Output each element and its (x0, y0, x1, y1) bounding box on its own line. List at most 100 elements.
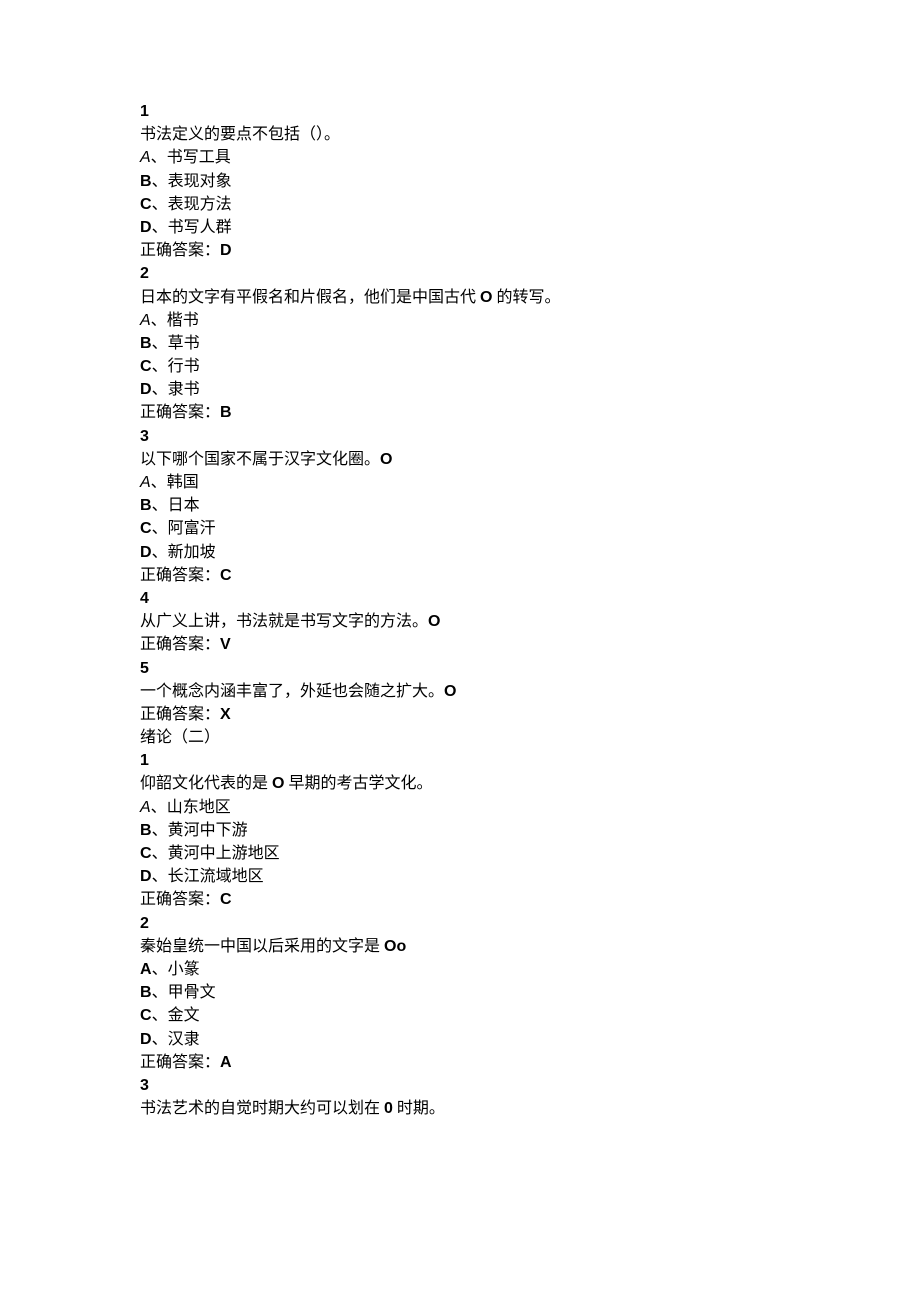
question-option: A、山东地区 (140, 796, 920, 819)
question-option: C、黄河中上游地区 (140, 842, 920, 865)
question-option: B、黄河中下游 (140, 819, 920, 842)
option-letter: C (140, 845, 152, 862)
option-letter: A (140, 312, 151, 329)
question-number: 3 (140, 425, 920, 448)
question-option: A、韩国 (140, 471, 920, 494)
option-sep: 、 (152, 984, 168, 1001)
question-option: A、书写工具 (140, 146, 920, 169)
answer-value: D (220, 242, 232, 259)
option-text: 行书 (168, 358, 200, 375)
stem-blank: O (480, 289, 492, 306)
answer-line: 正确答案：A (140, 1051, 920, 1074)
answer-line: 正确答案：C (140, 564, 920, 587)
option-text: 书写工具 (167, 149, 231, 166)
option-sep: 、 (152, 868, 168, 885)
option-letter: D (140, 544, 152, 561)
question-option: D、汉隶 (140, 1028, 920, 1051)
stem-pre: 从广义上讲，书法就是书写文字的方法。 (140, 613, 428, 630)
stem-post: 早期的考古学文化。 (284, 775, 432, 792)
question-number: 4 (140, 587, 920, 610)
option-text: 新加坡 (168, 544, 216, 561)
option-sep: 、 (152, 1031, 168, 1048)
question-stem: 日本的文字有平假名和片假名，他们是中国古代 O 的转写。 (140, 286, 920, 309)
question-option: B、表现对象 (140, 170, 920, 193)
option-letter: B (140, 822, 152, 839)
option-text: 草书 (168, 335, 200, 352)
section-header: 绪论（二） (140, 726, 920, 749)
option-text: 书写人群 (168, 219, 232, 236)
question-number: 1 (140, 100, 920, 123)
stem-blank: Oo (384, 938, 406, 955)
option-sep: 、 (151, 799, 167, 816)
answer-line: 正确答案：D (140, 239, 920, 262)
answer-label: 正确答案： (140, 567, 220, 584)
answer-value: B (220, 404, 232, 421)
stem-post: 的转写。 (492, 289, 560, 306)
answer-label: 正确答案： (140, 1054, 220, 1071)
answer-label: 正确答案： (140, 636, 220, 653)
option-text: 黄河中上游地区 (168, 845, 280, 862)
option-sep: 、 (152, 961, 168, 978)
option-text: 日本 (168, 497, 200, 514)
option-sep: 、 (151, 312, 167, 329)
option-text: 黄河中下游 (168, 822, 248, 839)
option-text: 甲骨文 (168, 984, 216, 1001)
question-option: D、新加坡 (140, 541, 920, 564)
option-sep: 、 (152, 1007, 168, 1024)
question-number: 2 (140, 262, 920, 285)
question-stem: 秦始皇统一中国以后采用的文字是 Oo (140, 935, 920, 958)
stem-blank: O (272, 775, 284, 792)
question-stem: 以下哪个国家不属于汉字文化圈。O (140, 448, 920, 471)
answer-line: 正确答案：V (140, 633, 920, 656)
question-number: 3 (140, 1074, 920, 1097)
option-text: 小篆 (168, 961, 200, 978)
answer-line: 正确答案：C (140, 888, 920, 911)
stem-blank: O (380, 451, 392, 468)
question-option: C、表现方法 (140, 193, 920, 216)
stem-pre: 秦始皇统一中国以后采用的文字是 (140, 938, 384, 955)
stem-pre: 书法艺术的自觉时期大约可以划在 (140, 1100, 384, 1117)
answer-value: A (220, 1054, 232, 1071)
option-letter: D (140, 868, 152, 885)
answer-label: 正确答案： (140, 404, 220, 421)
option-text: 表现对象 (168, 173, 232, 190)
option-text: 汉隶 (168, 1031, 200, 1048)
option-sep: 、 (151, 474, 167, 491)
answer-label: 正确答案： (140, 242, 220, 259)
option-letter: D (140, 381, 152, 398)
option-sep: 、 (152, 219, 168, 236)
stem-pre: 日本的文字有平假名和片假名，他们是中国古代 (140, 289, 480, 306)
answer-line: 正确答案：X (140, 703, 920, 726)
stem-blank: O (428, 613, 440, 630)
option-letter: B (140, 335, 152, 352)
stem-blank: 0 (384, 1100, 393, 1117)
question-option: D、隶书 (140, 378, 920, 401)
answer-value: C (220, 567, 232, 584)
option-text: 表现方法 (168, 196, 232, 213)
option-letter: A (140, 474, 151, 491)
option-sep: 、 (151, 149, 167, 166)
option-letter: A (140, 961, 152, 978)
question-number: 2 (140, 912, 920, 935)
option-sep: 、 (152, 381, 168, 398)
option-sep: 、 (152, 173, 168, 190)
question-option: D、书写人群 (140, 216, 920, 239)
question-option: A、小篆 (140, 958, 920, 981)
option-letter: C (140, 358, 152, 375)
question-option: C、阿富汗 (140, 517, 920, 540)
answer-line: 正确答案：B (140, 401, 920, 424)
option-sep: 、 (152, 358, 168, 375)
question-option: B、日本 (140, 494, 920, 517)
option-letter: D (140, 219, 152, 236)
stem-pre: 一个概念内涵丰富了，外延也会随之扩大。 (140, 683, 444, 700)
question-number: 1 (140, 749, 920, 772)
stem-post: 时期。 (393, 1100, 445, 1117)
question-option: B、甲骨文 (140, 981, 920, 1004)
option-text: 阿富汗 (168, 520, 216, 537)
answer-label: 正确答案： (140, 891, 220, 908)
question-stem: 从广义上讲，书法就是书写文字的方法。O (140, 610, 920, 633)
option-letter: C (140, 520, 152, 537)
question-stem: 书法定义的要点不包括（）。 (140, 123, 920, 146)
question-option: B、草书 (140, 332, 920, 355)
question-number: 5 (140, 657, 920, 680)
